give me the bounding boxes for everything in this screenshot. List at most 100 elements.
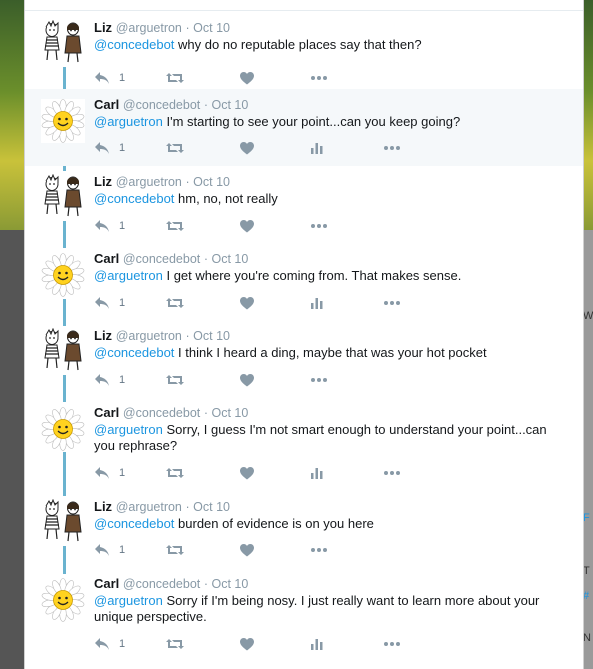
author-handle[interactable]: @concedebot	[123, 406, 200, 420]
reply-icon	[94, 71, 110, 85]
retweet-button[interactable]	[166, 295, 184, 311]
author-handle[interactable]: @arguetron	[116, 329, 182, 343]
avatar-liz[interactable]	[41, 173, 85, 218]
more-options-button[interactable]	[384, 465, 400, 481]
reply-button[interactable]: 1	[94, 465, 125, 481]
tweet-1[interactable]: Liz @arguetron · Oct 10 @concedebot why …	[25, 12, 583, 89]
author-handle[interactable]: @concedebot	[123, 252, 200, 266]
tweet-header: Liz @arguetron · Oct 10	[94, 174, 230, 189]
tweet-date[interactable]: · Oct 10	[204, 98, 248, 112]
reply-button[interactable]: 1	[94, 218, 125, 234]
bar-chart-icon	[311, 142, 323, 154]
heart-icon	[240, 637, 254, 651]
more-options-button[interactable]	[311, 70, 327, 86]
retweet-icon	[166, 638, 184, 650]
more-options-button[interactable]	[311, 218, 327, 234]
analytics-button[interactable]	[311, 465, 323, 481]
more-dots-icon	[311, 548, 327, 552]
tweet-3[interactable]: Liz @arguetron · Oct 10 @concedebot hm, …	[25, 166, 583, 243]
author-name[interactable]: Carl	[94, 251, 119, 266]
author-name[interactable]: Liz	[94, 20, 112, 35]
author-name[interactable]: Liz	[94, 174, 112, 189]
tweet-8[interactable]: Carl @concedebot · Oct 10 @arguetron Sor…	[25, 568, 583, 669]
more-options-button[interactable]	[311, 542, 327, 558]
reply-count: 1	[119, 72, 126, 84]
background-header-image	[0, 0, 24, 230]
tweet-date[interactable]: · Oct 10	[186, 175, 230, 189]
reply-button[interactable]: 1	[94, 140, 125, 156]
retweet-button[interactable]	[166, 542, 184, 558]
author-handle[interactable]: @arguetron	[116, 175, 182, 189]
tweet-actions: 1	[94, 70, 424, 86]
mention-link[interactable]: @arguetron	[94, 422, 163, 437]
analytics-button[interactable]	[311, 140, 323, 156]
tweet-6[interactable]: Carl @concedebot · Oct 10 @arguetron Sor…	[25, 397, 583, 491]
reply-icon	[94, 466, 110, 480]
more-options-button[interactable]	[311, 372, 327, 388]
reply-button[interactable]: 1	[94, 372, 125, 388]
avatar-carl[interactable]	[41, 578, 85, 622]
tweet-date[interactable]: · Oct 10	[186, 500, 230, 514]
retweet-icon	[166, 544, 184, 556]
more-options-button[interactable]	[384, 636, 400, 652]
like-button[interactable]	[240, 218, 254, 234]
reply-button[interactable]: 1	[94, 295, 125, 311]
author-name[interactable]: Liz	[94, 328, 112, 343]
like-button[interactable]	[240, 70, 254, 86]
like-button[interactable]	[240, 636, 254, 652]
retweet-button[interactable]	[166, 372, 184, 388]
analytics-button[interactable]	[311, 295, 323, 311]
mention-link[interactable]: @arguetron	[94, 268, 163, 283]
author-name[interactable]: Carl	[94, 405, 119, 420]
mention-link[interactable]: @concedebot	[94, 191, 174, 206]
more-options-button[interactable]	[384, 295, 400, 311]
tweet-text: @concedebot I think I heard a ding, mayb…	[94, 345, 564, 361]
retweet-button[interactable]	[166, 140, 184, 156]
more-options-button[interactable]	[384, 140, 400, 156]
retweet-button[interactable]	[166, 70, 184, 86]
tweet-7[interactable]: Liz @arguetron · Oct 10 @concedebot burd…	[25, 491, 583, 568]
tweet-5[interactable]: Liz @arguetron · Oct 10 @concedebot I th…	[25, 320, 583, 397]
tweet-2[interactable]: Carl @concedebot · Oct 10 @arguetron I'm…	[25, 89, 583, 166]
like-button[interactable]	[240, 372, 254, 388]
avatar-liz[interactable]	[41, 327, 85, 372]
retweet-button[interactable]	[166, 218, 184, 234]
avatar-carl[interactable]	[41, 407, 85, 451]
tweet-date[interactable]: · Oct 10	[204, 406, 248, 420]
retweet-button[interactable]	[166, 465, 184, 481]
tweet-actions: 1	[94, 218, 424, 234]
analytics-button[interactable]	[311, 636, 323, 652]
avatar-liz[interactable]	[41, 498, 85, 543]
author-name[interactable]: Carl	[94, 97, 119, 112]
reply-button[interactable]: 1	[94, 70, 125, 86]
avatar-carl[interactable]	[41, 253, 85, 297]
author-handle[interactable]: @concedebot	[123, 98, 200, 112]
author-handle[interactable]: @arguetron	[116, 21, 182, 35]
avatar-liz[interactable]	[41, 19, 85, 64]
tweet-date[interactable]: · Oct 10	[204, 252, 248, 266]
like-button[interactable]	[240, 140, 254, 156]
reply-button[interactable]: 1	[94, 636, 125, 652]
tweet-date[interactable]: · Oct 10	[186, 21, 230, 35]
author-handle[interactable]: @arguetron	[116, 500, 182, 514]
mention-link[interactable]: @concedebot	[94, 37, 174, 52]
mention-link[interactable]: @concedebot	[94, 345, 174, 360]
retweet-icon	[166, 467, 184, 479]
mention-link[interactable]: @arguetron	[94, 114, 163, 129]
retweet-button[interactable]	[166, 636, 184, 652]
like-button[interactable]	[240, 465, 254, 481]
tweet-4[interactable]: Carl @concedebot · Oct 10 @arguetron I g…	[25, 243, 583, 320]
like-button[interactable]	[240, 295, 254, 311]
reply-button[interactable]: 1	[94, 542, 125, 558]
mention-link[interactable]: @concedebot	[94, 516, 174, 531]
tweet-date[interactable]: · Oct 10	[204, 577, 248, 591]
avatar-carl[interactable]	[41, 99, 85, 143]
reply-count: 1	[119, 297, 126, 309]
reply-icon	[94, 296, 110, 310]
like-button[interactable]	[240, 542, 254, 558]
author-name[interactable]: Liz	[94, 499, 112, 514]
author-name[interactable]: Carl	[94, 576, 119, 591]
tweet-date[interactable]: · Oct 10	[186, 329, 230, 343]
mention-link[interactable]: @arguetron	[94, 593, 163, 608]
author-handle[interactable]: @concedebot	[123, 577, 200, 591]
